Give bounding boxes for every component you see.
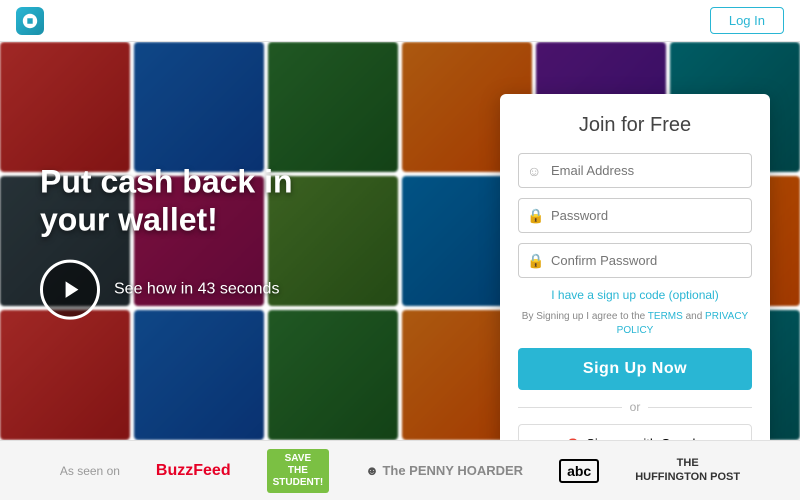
bg-card — [268, 42, 398, 172]
huffington-post-logo: THE HUFFINGTON POST — [635, 457, 740, 483]
password-field[interactable] — [518, 198, 752, 233]
bg-card — [268, 310, 398, 440]
hero-text: Put cash back in your wallet! See how in… — [40, 163, 293, 320]
signup-panel: Join for Free ☺ 🔒 🔒 I have a sign up cod… — [500, 94, 770, 440]
footer: As seen on BuzzFeed SAVE THE STUDENT! ☻ … — [0, 440, 800, 500]
terms-text: By Signing up I agree to the TERMS and P… — [518, 310, 752, 338]
signup-code-link[interactable]: I have a sign up code (optional) — [518, 288, 752, 302]
terms-link[interactable]: TERMS — [648, 311, 683, 322]
bg-card — [0, 42, 130, 172]
header: Log In — [0, 0, 800, 42]
password-group: 🔒 — [518, 198, 752, 233]
or-label: or — [630, 400, 641, 414]
bg-card — [0, 310, 130, 440]
email-field[interactable] — [518, 153, 752, 188]
penny-hoarder-logo: ☻ The PENNY HOARDER — [365, 463, 523, 478]
buzzfeed-logo: BuzzFeed — [156, 462, 231, 480]
bg-card — [134, 310, 264, 440]
confirm-password-group: 🔒 — [518, 243, 752, 278]
hero-headline: Put cash back in your wallet! — [40, 163, 293, 240]
email-group: ☺ — [518, 153, 752, 188]
hero-section: Put cash back in your wallet! See how in… — [0, 42, 800, 440]
divider-left — [518, 407, 622, 408]
login-button[interactable]: Log In — [710, 7, 784, 34]
signup-now-button[interactable]: Sign Up Now — [518, 348, 752, 390]
see-how-text: See how in 43 seconds — [114, 280, 279, 298]
or-divider: or — [518, 400, 752, 414]
signup-title: Join for Free — [518, 114, 752, 137]
as-seen-on-label: As seen on — [60, 464, 120, 478]
bg-card — [134, 42, 264, 172]
divider-right — [648, 407, 752, 408]
google-signup-button[interactable]: G Sign up with Google — [518, 424, 752, 440]
play-area: See how in 43 seconds — [40, 259, 293, 319]
play-button[interactable] — [40, 259, 100, 319]
logo-area — [16, 7, 44, 35]
confirm-password-field[interactable] — [518, 243, 752, 278]
abc-logo: abc — [559, 459, 599, 483]
logo-icon — [16, 7, 44, 35]
save-student-logo: SAVE THE STUDENT! — [267, 449, 330, 493]
